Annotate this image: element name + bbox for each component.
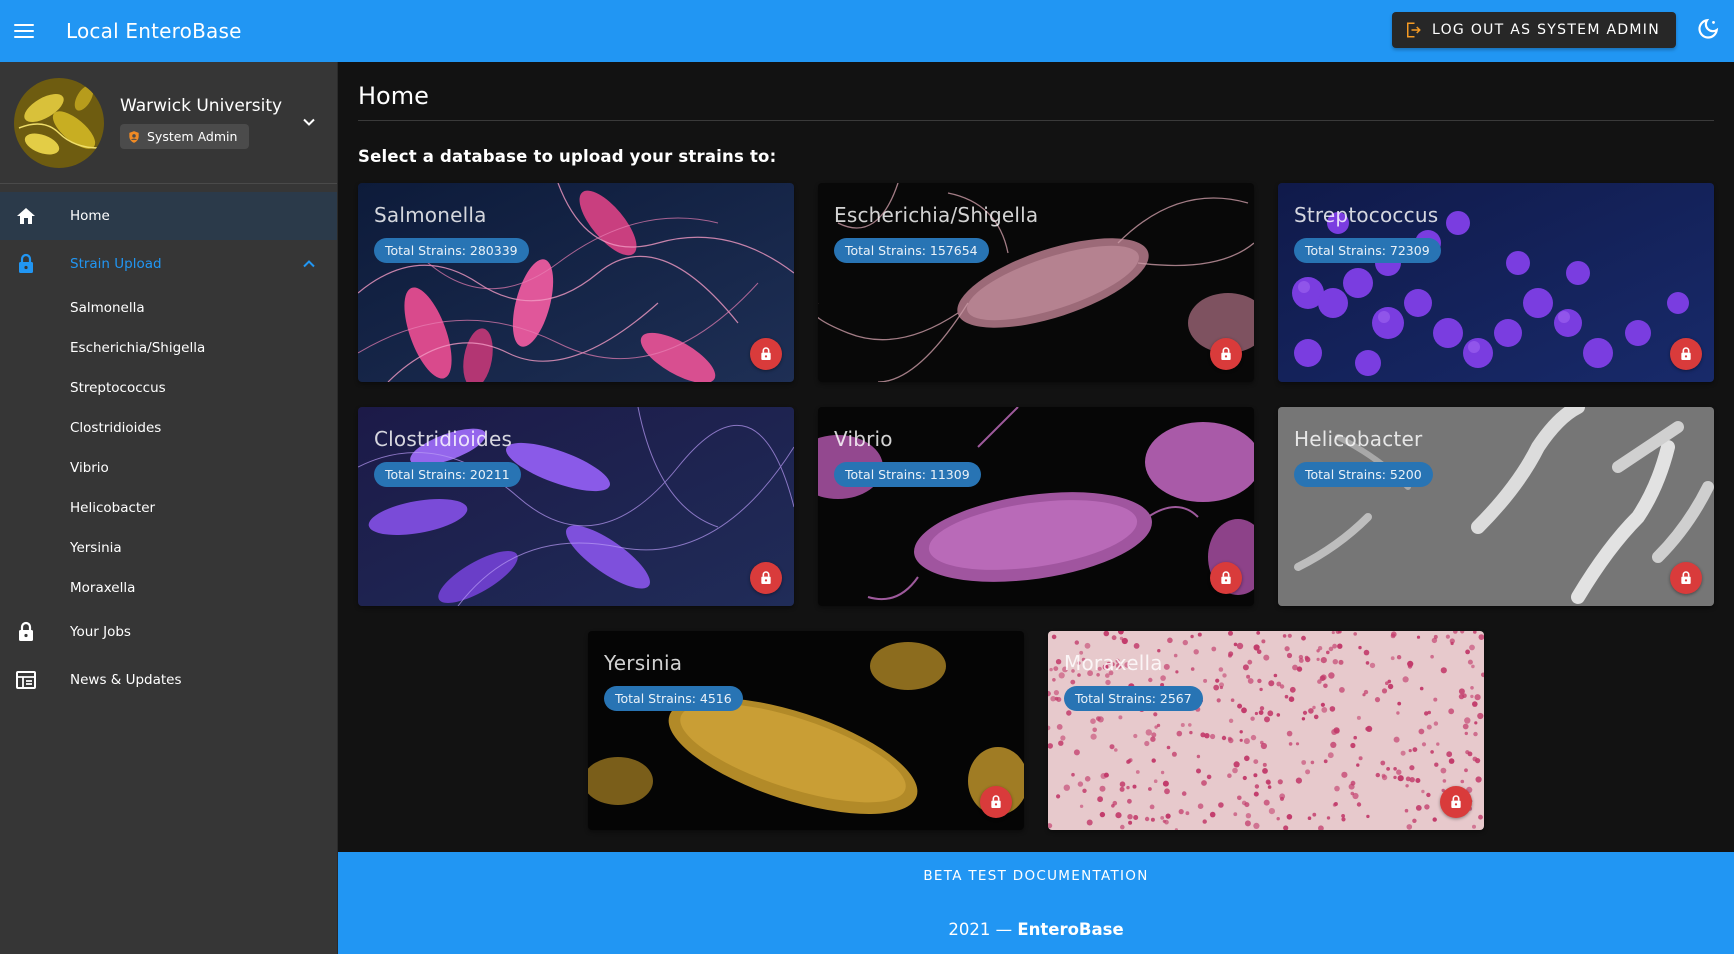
card-title: Vibrio [834,427,893,451]
sidebar-subitem-vibrio[interactable]: Vibrio [0,448,337,488]
strain-count-chip: Total Strains: 2567 [1064,686,1203,711]
lock-icon[interactable] [1440,786,1472,818]
sidebar-item-strain-upload[interactable]: Strain Upload [0,240,337,288]
lock-icon[interactable] [980,786,1012,818]
strain-count-chip: Total Strains: 157654 [834,238,989,263]
sidebar-item-news[interactable]: News & Updates [0,656,337,704]
database-card-salmonella[interactable]: Salmonella Total Strains: 280339 [358,183,794,382]
newspaper-icon [16,671,36,689]
app-title: Local EnteroBase [66,19,242,43]
logout-button[interactable]: Log out as System Admin [1392,12,1676,48]
avatar [14,77,104,168]
footer: BETA TEST DOCUMENTATION 2021 — EnteroBas… [338,852,1734,954]
card-title: Helicobacter [1294,427,1423,451]
card-title: Moraxella [1064,651,1163,675]
footer-copyright: 2021 — EnteroBase [338,920,1734,939]
lock-icon[interactable] [1210,562,1242,594]
database-card-yersinia[interactable]: Yersinia Total Strains: 4516 [588,631,1024,830]
sidebar-subitem-salmonella[interactable]: Salmonella [0,288,337,328]
profile-panel: Warwick University System Admin [0,62,337,184]
card-title: Yersinia [604,651,683,675]
sidebar-subitem-helicobacter[interactable]: Helicobacter [0,488,337,528]
sidebar-item-label: Home [70,208,110,224]
card-title: Escherichia/Shigella [834,203,1039,227]
database-card-vibrio[interactable]: Vibrio Total Strains: 11309 [818,407,1254,606]
card-title: Salmonella [374,203,487,227]
home-icon [17,208,35,224]
sidebar-subitem-streptococcus[interactable]: Streptococcus [0,368,337,408]
logout-label: Log out as System Admin [1432,22,1660,38]
sidebar-item-label: News & Updates [70,672,182,688]
lock-icon[interactable] [1670,562,1702,594]
menu-icon[interactable] [14,18,40,44]
logout-icon [1407,22,1421,38]
lock-icon [19,253,33,273]
lock-icon [19,621,33,641]
shield-icon [129,130,139,143]
strain-count-chip: Total Strains: 4516 [604,686,743,711]
strain-count-chip: Total Strains: 280339 [374,238,529,263]
page-title: Home [358,82,429,110]
footer-brand: EnteroBase [1017,920,1124,939]
database-card-clostridioides[interactable]: Clostridioides Total Strains: 20211 [358,407,794,606]
lock-icon[interactable] [1210,338,1242,370]
database-card-helicobacter[interactable]: Helicobacter Total Strains: 5200 [1278,407,1714,606]
chevron-up-icon [303,260,315,268]
lock-icon[interactable] [750,562,782,594]
role-badge: System Admin [120,124,250,149]
lock-icon[interactable] [750,338,782,370]
sidebar-nav: Home Strain Upload Salmonella Escherichi… [0,184,337,704]
database-card-moraxella[interactable]: Moraxella Total Strains: 2567 [1048,631,1484,830]
database-card-streptococcus[interactable]: Streptococcus Total Strains: 72309 [1278,183,1714,382]
sidebar-item-label: Strain Upload [70,256,162,272]
main-content: Home Select a database to upload your st… [338,62,1734,852]
role-label: System Admin [147,129,238,144]
card-title: Clostridioides [374,427,513,451]
sidebar-subitem-clostridioides[interactable]: Clostridioides [0,408,337,448]
card-title: Streptococcus [1294,203,1439,227]
sidebar-item-your-jobs[interactable]: Your Jobs [0,608,337,656]
strain-count-chip: Total Strains: 5200 [1294,462,1433,487]
database-card-escherichia-shigella[interactable]: Escherichia/Shigella Total Strains: 1576… [818,183,1254,382]
sidebar-item-label: Your Jobs [70,624,131,640]
sidebar: Warwick University System Admin Home Str… [0,62,338,954]
footer-year: 2021 — [948,920,1013,939]
divider [358,120,1714,121]
app-bar: Local EnteroBase Log out as System Admin [0,0,1734,62]
sidebar-subitem-yersinia[interactable]: Yersinia [0,528,337,568]
strain-count-chip: Total Strains: 11309 [834,462,981,487]
strain-count-chip: Total Strains: 20211 [374,462,521,487]
section-subtitle: Select a database to upload your strains… [358,147,777,166]
sidebar-subitem-escherichia-shigella[interactable]: Escherichia/Shigella [0,328,337,368]
strain-count-chip: Total Strains: 72309 [1294,238,1441,263]
sidebar-item-home[interactable]: Home [0,192,337,240]
organization-name: Warwick University [120,96,283,116]
lock-icon[interactable] [1670,338,1702,370]
chevron-down-icon[interactable] [299,112,319,132]
beta-docs-link[interactable]: BETA TEST DOCUMENTATION [338,868,1734,884]
dark-mode-icon[interactable] [1694,17,1720,43]
sidebar-subitem-moraxella[interactable]: Moraxella [0,568,337,608]
